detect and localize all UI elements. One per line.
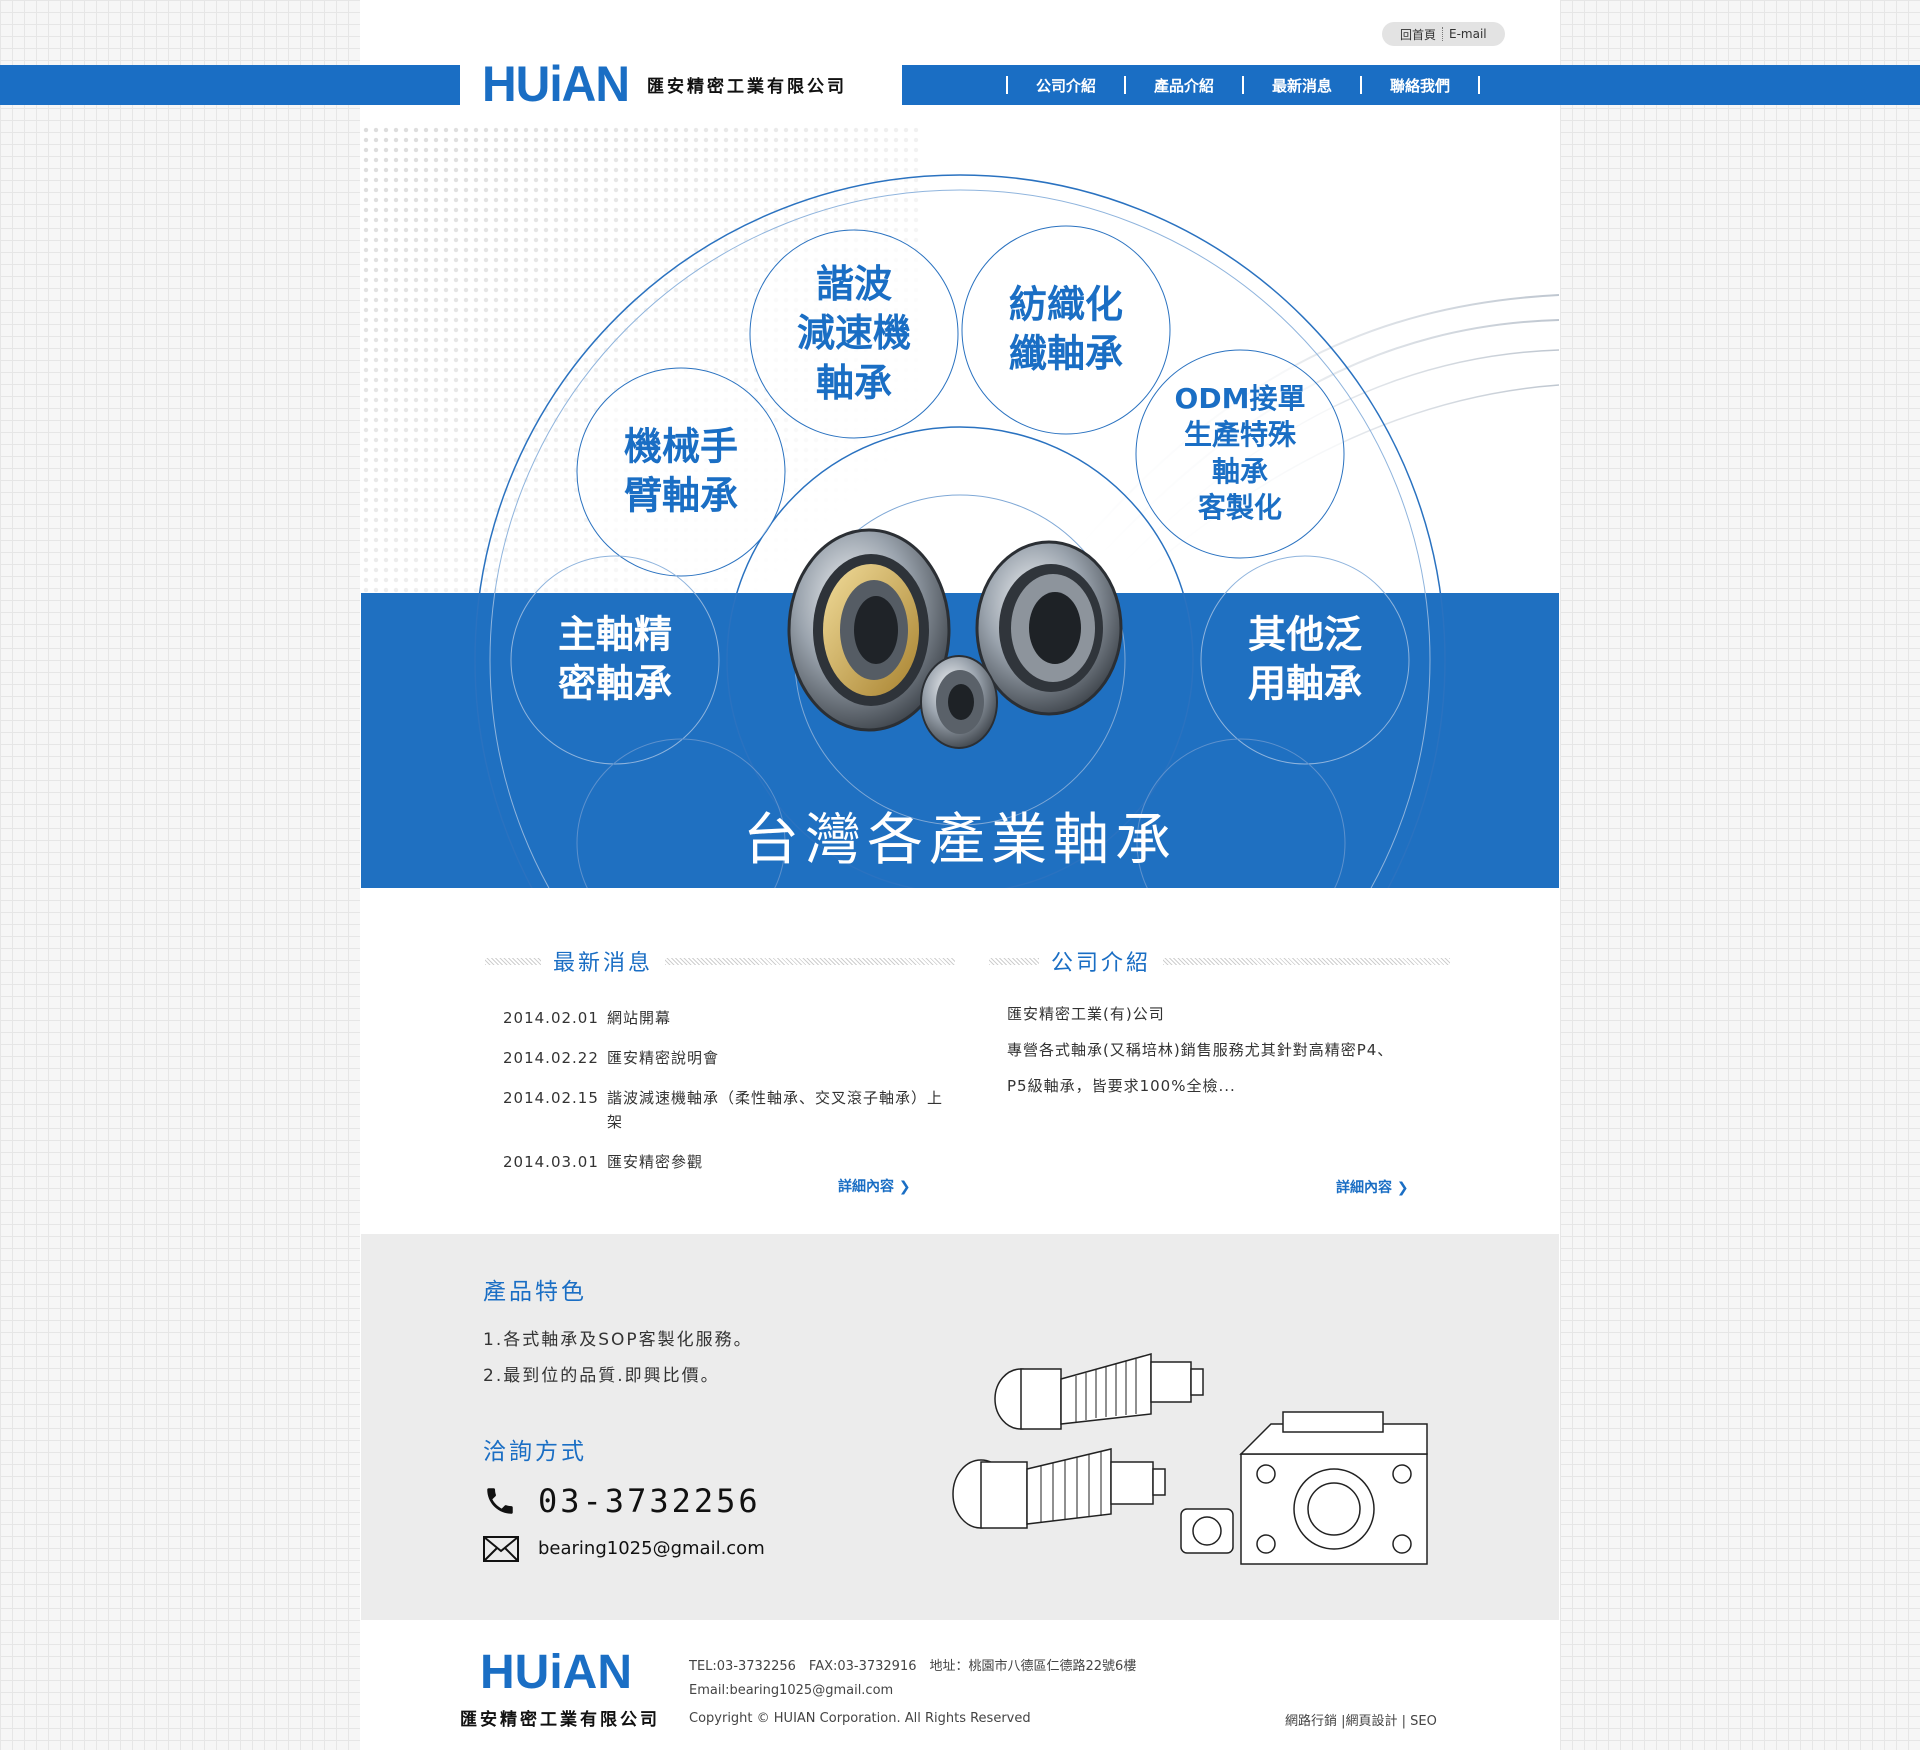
mail-icon (483, 1536, 519, 1562)
nav-item-contact[interactable]: 聯絡我們 (1362, 75, 1478, 96)
heading-line (665, 957, 956, 965)
heading-line (989, 957, 1039, 965)
chevron-right-icon: ❯ (898, 1179, 911, 1195)
ring-decoration (474, 174, 1559, 888)
heading-line (1163, 957, 1451, 965)
news-title-text[interactable]: 匯安精密參觀 (607, 1150, 943, 1174)
circle-label-odm[interactable]: ODM接單 生產特殊 軸承 客製化 (1175, 381, 1306, 527)
hero-banner: 諧波 減速機 軸承 紡織化 纖軸承 機械手 臂軸承 ODM接單 生產特殊 軸承 … (361, 125, 1559, 888)
news-date: 2014.02.15 (503, 1089, 599, 1107)
header-bar (0, 65, 1920, 105)
circle-label-general[interactable]: 其他泛 用軸承 (1248, 611, 1362, 710)
news-date: 2014.02.01 (503, 1009, 599, 1027)
about-line: 匯安精密工業(有)公司 (1007, 1005, 1165, 1023)
contact-email[interactable]: bearing1025@gmail.com (538, 1538, 765, 1559)
footer-links[interactable]: 網路行銷 |網頁設計 | SEO (1285, 1710, 1437, 1729)
phone-icon (487, 1488, 513, 1514)
about-text: 匯安精密工業(有)公司 專營各式軸承(又稱培林)銷售服務尤其針對高精密P4、 P… (1007, 996, 1427, 1104)
list-item[interactable]: 2014.02.15 諧波減速機軸承（柔性軸承、交叉滾子軸承）上架 (503, 1086, 943, 1134)
logo-mark: HUiAN (482, 56, 630, 112)
contact-title: 洽詢方式 (483, 1439, 587, 1465)
home-link[interactable]: 回首頁 (1394, 26, 1442, 43)
circle-label-robot-arm[interactable]: 機械手 臂軸承 (624, 423, 738, 522)
news-date: 2014.02.22 (503, 1049, 599, 1067)
parts-illustration (952, 1353, 1428, 1565)
contact-phone[interactable]: 03-3732256 (538, 1482, 761, 1520)
news-list: 2014.02.01 網站開幕 2014.02.22 匯安精密說明會 2014.… (503, 1006, 943, 1190)
footer-logo[interactable]: HUiAN (480, 1645, 632, 1700)
footer-company-name: 匯安精密工業有限公司 (460, 1710, 660, 1730)
main-nav: 公司介紹 產品介紹 最新消息 聯絡我們 (1006, 65, 1481, 105)
bearing-image (787, 528, 1123, 749)
circle-label-spindle[interactable]: 主軸精 密軸承 (558, 611, 672, 710)
features-title: 產品特色 (483, 1279, 587, 1305)
news-title-text[interactable]: 諧波減速機軸承（柔性軸承、交叉滾子軸承）上架 (607, 1086, 943, 1134)
heading-line (485, 957, 541, 965)
feature-item: 2.最到位的品質.即興比價。 (483, 1366, 720, 1386)
about-line: P5級軸承，皆要求100%全檢... (1007, 1077, 1236, 1095)
feature-item: 1.各式軸承及SOP客製化服務。 (483, 1330, 753, 1350)
news-more-link[interactable]: 詳細內容 ❯ (838, 1176, 911, 1196)
nav-item-about[interactable]: 公司介紹 (1008, 75, 1124, 96)
about-title: 公司介紹 (1051, 951, 1152, 976)
about-heading: 公司介紹 (989, 945, 1451, 977)
footer-copyright: Copyright © HUIAN Corporation. All Right… (689, 1711, 1031, 1726)
nav-divider (1478, 76, 1481, 94)
news-title-text[interactable]: 網站開幕 (607, 1006, 943, 1030)
news-date: 2014.03.01 (503, 1153, 599, 1171)
logo[interactable]: HUiAN 匯安精密工業有限公司 (460, 56, 902, 112)
news-title: 最新消息 (553, 951, 654, 976)
more-label: 詳細內容 (1336, 1180, 1392, 1196)
news-title-text[interactable]: 匯安精密說明會 (607, 1046, 943, 1070)
email-link[interactable]: E-mail (1443, 27, 1493, 41)
circle-label-textile[interactable]: 紡織化 纖軸承 (1009, 281, 1123, 380)
news-heading: 最新消息 (485, 945, 956, 977)
list-item[interactable]: 2014.02.22 匯安精密說明會 (503, 1046, 943, 1070)
about-line: 專營各式軸承(又稱培林)銷售服務尤其針對高精密P4、 (1007, 1041, 1394, 1059)
footer-email-line: Email:bearing1025@gmail.com (689, 1683, 894, 1698)
nav-item-products[interactable]: 產品介紹 (1126, 75, 1242, 96)
nav-item-news[interactable]: 最新消息 (1244, 75, 1360, 96)
chevron-right-icon: ❯ (1396, 1180, 1409, 1196)
banner-title: 台灣各產業軸承 (743, 808, 1177, 873)
utility-links: 回首頁 E-mail (1382, 22, 1505, 46)
company-name: 匯安精密工業有限公司 (647, 76, 847, 97)
more-label: 詳細內容 (838, 1179, 894, 1195)
footer-contact-line: TEL:03-3732256 FAX:03-3732916 地址：桃園市八德區仁… (689, 1659, 1137, 1674)
circle-label-harmonic[interactable]: 諧波 減速機 軸承 (797, 260, 911, 408)
list-item[interactable]: 2014.02.01 網站開幕 (503, 1006, 943, 1030)
list-item[interactable]: 2014.03.01 匯安精密參觀 (503, 1150, 943, 1174)
about-more-link[interactable]: 詳細內容 ❯ (1336, 1177, 1409, 1197)
